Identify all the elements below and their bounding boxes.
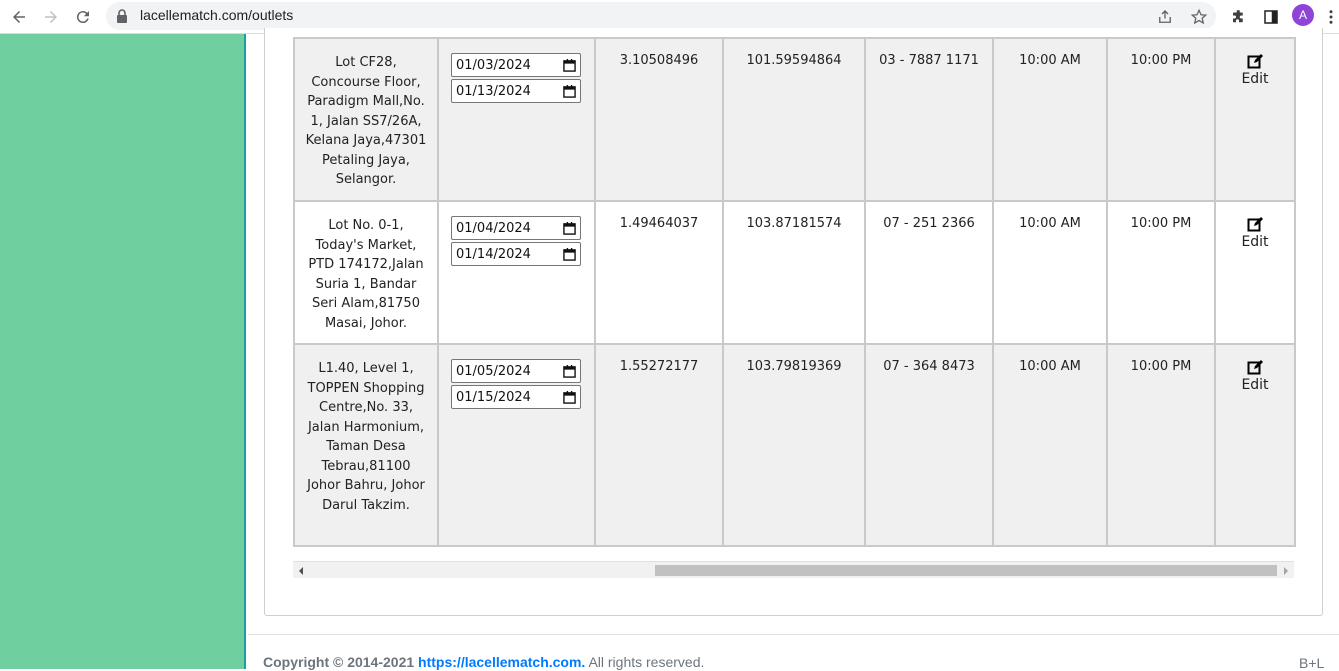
calendar-icon[interactable]	[563, 364, 576, 378]
lock-icon[interactable]	[116, 9, 128, 23]
url-text[interactable]: lacellematch.com/outlets	[140, 7, 293, 23]
scroll-right-arrow-icon[interactable]	[1284, 567, 1288, 575]
end-date-input[interactable]: 01/14/2024	[451, 242, 581, 266]
edit-cell: Edit	[1214, 200, 1296, 345]
profile-avatar[interactable]: A	[1292, 4, 1314, 26]
edit-label: Edit	[1241, 377, 1269, 393]
edit-button[interactable]: Edit	[1241, 53, 1269, 87]
open-time-cell: 10:00 AM	[992, 37, 1108, 202]
sidebar	[0, 34, 246, 669]
end-date-value: 01/15/2024	[456, 389, 531, 405]
edit-label: Edit	[1241, 234, 1269, 250]
calendar-icon[interactable]	[563, 247, 576, 261]
start-date-value: 01/03/2024	[456, 57, 531, 73]
table-row: L1.40, Level 1, TOPPEN Shopping Centre,N…	[293, 343, 1296, 547]
star-icon[interactable]	[1190, 8, 1208, 26]
phone-cell: 07 - 364 8473	[864, 343, 994, 547]
latitude-cell: 1.49464037	[594, 200, 724, 345]
start-date-input[interactable]: 01/05/2024	[451, 359, 581, 383]
edit-button[interactable]: Edit	[1241, 359, 1269, 393]
start-date-input[interactable]: 01/04/2024	[451, 216, 581, 240]
longitude-cell: 103.87181574	[722, 200, 866, 345]
calendar-icon[interactable]	[563, 84, 576, 98]
outlets-table: Lot CF28, Concourse Floor, Paradigm Mall…	[293, 37, 1296, 547]
calendar-icon[interactable]	[563, 58, 576, 72]
edit-icon	[1247, 360, 1263, 375]
edit-icon	[1247, 217, 1263, 232]
sidepanel-icon[interactable]	[1259, 5, 1283, 29]
address-cell: Lot No. 0-1, Today's Market, PTD 174172,…	[293, 200, 439, 345]
latitude-cell: 3.10508496	[594, 37, 724, 202]
footer-link[interactable]: https://lacellematch.com.	[418, 654, 585, 670]
address-bar[interactable]: lacellematch.com/outlets	[106, 2, 1216, 30]
table-row: Lot No. 0-1, Today's Market, PTD 174172,…	[293, 200, 1296, 345]
edit-button[interactable]: Edit	[1241, 216, 1269, 250]
open-time-cell: 10:00 AM	[992, 200, 1108, 345]
start-date-input[interactable]: 01/03/2024	[451, 53, 581, 77]
dates-cell: 01/05/2024 01/15/2024	[437, 343, 596, 547]
footer-divider	[248, 634, 1339, 635]
scrollbar-thumb[interactable]	[655, 565, 1277, 576]
share-icon[interactable]	[1156, 8, 1174, 26]
end-date-value: 01/13/2024	[456, 83, 531, 99]
close-time-cell: 10:00 PM	[1106, 343, 1216, 547]
calendar-icon[interactable]	[563, 221, 576, 235]
table-row: Lot CF28, Concourse Floor, Paradigm Mall…	[293, 37, 1296, 202]
edit-icon	[1247, 54, 1263, 69]
phone-cell: 03 - 7887 1171	[864, 37, 994, 202]
footer-copyright: Copyright © 2014-2021 https://lacellemat…	[263, 654, 704, 670]
end-date-input[interactable]: 01/13/2024	[451, 79, 581, 103]
horizontal-scrollbar[interactable]	[293, 561, 1294, 578]
start-date-value: 01/05/2024	[456, 363, 531, 379]
back-arrow-icon[interactable]	[7, 5, 31, 29]
phone-cell: 07 - 251 2366	[864, 200, 994, 345]
close-time-cell: 10:00 PM	[1106, 200, 1216, 345]
end-date-input[interactable]: 01/15/2024	[451, 385, 581, 409]
edit-cell: Edit	[1214, 343, 1296, 547]
dates-cell: 01/04/2024 01/14/2024	[437, 200, 596, 345]
open-time-cell: 10:00 AM	[992, 343, 1108, 547]
rights-text: All rights reserved.	[585, 654, 705, 670]
longitude-cell: 101.59594864	[722, 37, 866, 202]
scroll-left-arrow-icon[interactable]	[299, 567, 303, 575]
extensions-icon[interactable]	[1227, 5, 1251, 29]
address-cell: L1.40, Level 1, TOPPEN Shopping Centre,N…	[293, 343, 439, 547]
calendar-icon[interactable]	[563, 390, 576, 404]
edit-cell: Edit	[1214, 37, 1296, 202]
latitude-cell: 1.55272177	[594, 343, 724, 547]
menu-icon[interactable]	[1323, 5, 1339, 29]
longitude-cell: 103.79819369	[722, 343, 866, 547]
dates-cell: 01/03/2024 01/13/2024	[437, 37, 596, 202]
edit-label: Edit	[1241, 71, 1269, 87]
address-cell: Lot CF28, Concourse Floor, Paradigm Mall…	[293, 37, 439, 202]
start-date-value: 01/04/2024	[456, 220, 531, 236]
close-time-cell: 10:00 PM	[1106, 37, 1216, 202]
reload-icon[interactable]	[71, 5, 95, 29]
forward-arrow-icon[interactable]	[39, 5, 63, 29]
copyright-text: Copyright © 2014-2021	[263, 654, 419, 670]
end-date-value: 01/14/2024	[456, 246, 531, 262]
